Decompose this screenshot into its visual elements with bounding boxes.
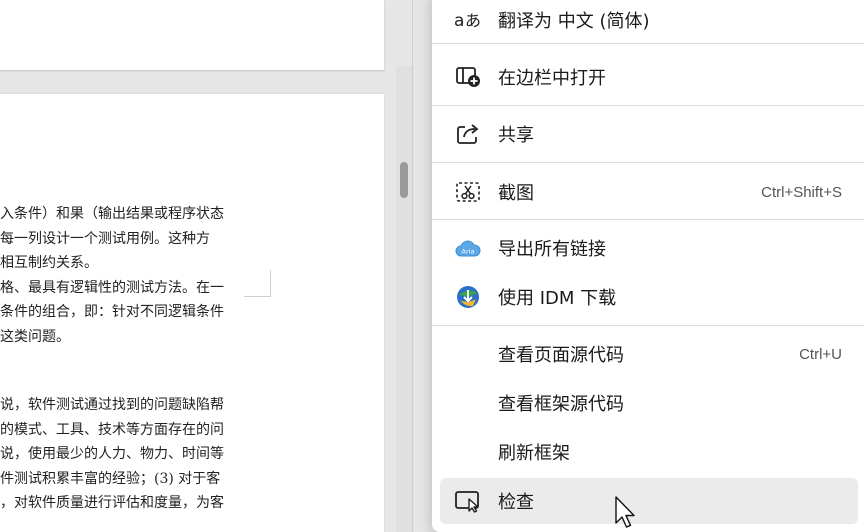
menu-item-label: 在边栏中打开 xyxy=(498,68,606,89)
menu-item-shortcut: Ctrl+U xyxy=(799,345,842,363)
doc-line: 说，软件测试通过找到的问题缺陷帮 xyxy=(0,397,224,413)
menu-item-idm-download[interactable]: 使用 IDM 下载 xyxy=(432,273,864,321)
screenshot-icon xyxy=(454,178,482,206)
menu-item-label: 导出所有链接 xyxy=(498,239,606,260)
menu-item-label: 共享 xyxy=(498,125,534,146)
doc-line-blank xyxy=(0,349,384,393)
previous-page xyxy=(0,0,384,70)
doc-line: 相互制约关系。 xyxy=(0,255,98,271)
doc-line: 格、最具有逻辑性的测试方法。在一 xyxy=(0,279,224,296)
aria-cloud-icon: Aria xyxy=(454,234,482,262)
vertical-scrollbar-thumb[interactable] xyxy=(400,162,408,198)
menu-item-view-page-source[interactable]: 查看页面源代码 Ctrl+U xyxy=(432,330,864,378)
viewer-divider xyxy=(412,0,413,532)
doc-line: 这类问题。 xyxy=(0,328,70,345)
menu-item-open-in-sidebar[interactable]: 在边栏中打开 xyxy=(432,53,864,101)
menu-separator xyxy=(432,162,864,163)
menu-separator xyxy=(432,105,864,106)
menu-item-view-frame-source[interactable]: 查看框架源代码 xyxy=(432,379,864,427)
open-in-sidebar-icon xyxy=(454,63,482,91)
context-menu: a あ 翻译为 中文 (简体) 在边栏中打开 共享 截图 Ctrl+Shift+… xyxy=(432,0,864,532)
share-icon xyxy=(454,120,482,148)
doc-line: 每一列设计一个测试用例。这种方 xyxy=(0,230,210,247)
inspect-icon xyxy=(454,487,482,515)
menu-separator xyxy=(432,325,864,326)
menu-item-label: 查看页面源代码 xyxy=(498,345,624,366)
menu-separator xyxy=(432,219,864,220)
menu-item-screenshot[interactable]: 截图 Ctrl+Shift+S xyxy=(432,168,864,216)
doc-line: 条件的组合，即：针对不同逻辑条件 xyxy=(0,304,224,320)
menu-item-label: 翻译为 中文 (简体) xyxy=(498,11,650,32)
idm-icon xyxy=(454,283,482,311)
doc-line: 的模式、工具、技术等方面存在的问 xyxy=(0,421,224,438)
document-text: 入条件）和果（输出结果或程序状态 每一列设计一个测试用例。这种方 相互制约关系。… xyxy=(0,202,384,516)
menu-item-export-links[interactable]: Aria 导出所有链接 xyxy=(432,224,864,272)
translate-icon: a あ xyxy=(454,6,482,34)
menu-item-shortcut: Ctrl+Shift+S xyxy=(761,183,842,201)
menu-item-reload-frame[interactable]: 刷新框架 xyxy=(432,428,864,476)
aria-badge-text: Aria xyxy=(462,248,475,256)
menu-item-label: 刷新框架 xyxy=(498,443,570,464)
menu-item-label: 截图 xyxy=(498,183,534,204)
svg-text:あ: あ xyxy=(465,11,481,30)
doc-line: ，对软件质量进行评估和度量，为客 xyxy=(0,495,224,511)
menu-item-label: 查看框架源代码 xyxy=(498,394,624,415)
doc-line: 说，使用最少的人力、物力、时间等 xyxy=(0,446,224,462)
menu-item-share[interactable]: 共享 xyxy=(432,110,864,158)
menu-separator xyxy=(432,43,864,44)
menu-item-inspect[interactable]: 检查 xyxy=(440,478,858,524)
svg-text:a: a xyxy=(454,11,464,31)
menu-item-label: 使用 IDM 下载 xyxy=(498,288,617,309)
doc-line: 件测试积累丰富的经验；(3) 对于客 xyxy=(0,470,221,487)
menu-item-label: 检查 xyxy=(498,492,534,513)
mouse-cursor-icon xyxy=(615,496,635,528)
menu-item-translate[interactable]: a あ 翻译为 中文 (简体) xyxy=(432,0,864,44)
doc-line: 入条件）和果（输出结果或程序状态 xyxy=(0,206,224,222)
